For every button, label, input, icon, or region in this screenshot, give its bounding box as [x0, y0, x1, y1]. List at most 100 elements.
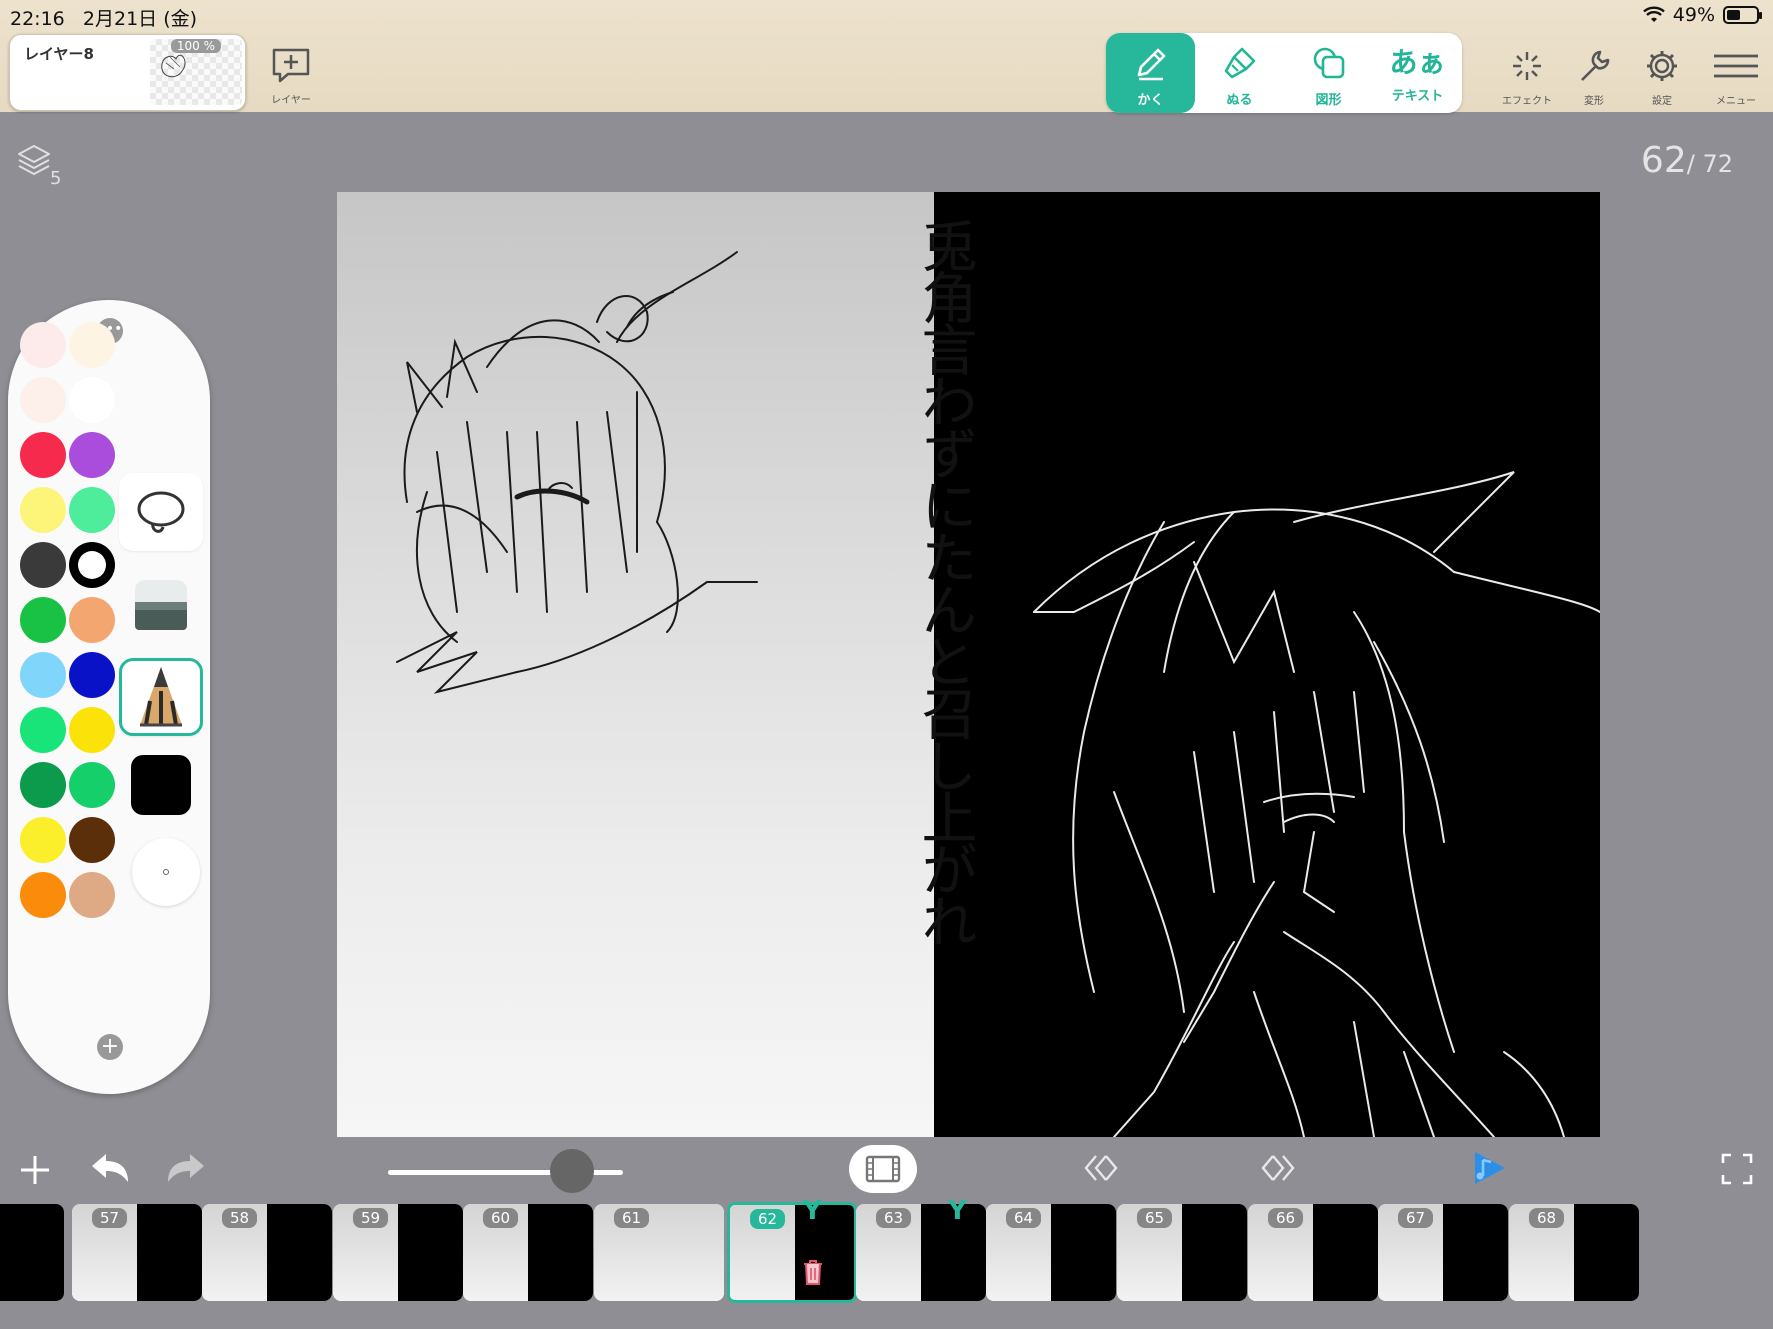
frame-number: 59 — [353, 1208, 389, 1228]
current-frame-number: 62 — [1640, 140, 1687, 181]
eraser-tool-button[interactable] — [119, 566, 203, 644]
color-swatch-0[interactable] — [20, 322, 66, 368]
tool-fill[interactable]: ぬる — [1195, 33, 1284, 113]
layers-stack-button[interactable] — [16, 142, 52, 182]
add-color-button[interactable]: + — [97, 1034, 123, 1060]
frame-thumbnail-edge[interactable] — [0, 1204, 64, 1301]
frame-right-half — [1051, 1204, 1116, 1301]
frame-thumbnail-58[interactable]: 58 — [202, 1204, 332, 1301]
total-frames: / 72 — [1686, 150, 1733, 178]
fullscreen-icon — [1721, 1153, 1753, 1185]
canvas-left-panel — [337, 192, 934, 1137]
fullscreen-button[interactable] — [1720, 1152, 1754, 1190]
color-swatch-13[interactable] — [69, 652, 115, 698]
delete-frame-button[interactable] — [802, 1258, 824, 1290]
tool-text[interactable]: あぁ テキスト — [1373, 33, 1462, 113]
color-swatch-11[interactable] — [69, 597, 115, 643]
color-swatch-21[interactable] — [69, 872, 115, 918]
brush-size-dot — [163, 869, 169, 875]
transform-label: 変形 — [1584, 96, 1604, 107]
color-swatch-14[interactable] — [20, 707, 66, 753]
color-swatch-7[interactable] — [69, 487, 115, 533]
tool-text-label: テキスト — [1391, 89, 1444, 104]
pencil-tool-button[interactable] — [119, 658, 203, 736]
color-swatch-19[interactable] — [69, 817, 115, 863]
menu-label: メニュー — [1716, 96, 1756, 107]
color-swatch-15[interactable] — [69, 707, 115, 753]
frame-thumbnail-64[interactable]: 64 — [986, 1204, 1116, 1301]
layers-count: 5 — [50, 168, 62, 189]
status-date: 2月21日 (金) — [82, 8, 198, 30]
tool-draw[interactable]: かく — [1106, 33, 1195, 113]
redo-button[interactable] — [164, 1148, 208, 1192]
color-swatch-9[interactable] — [69, 542, 115, 588]
undo-button[interactable] — [88, 1148, 132, 1192]
wifi-icon — [1642, 6, 1665, 22]
frame-thumbnail-60[interactable]: 60 — [463, 1204, 593, 1301]
canvas-right-panel — [934, 192, 1600, 1137]
range-start-marker[interactable]: Y — [803, 1196, 822, 1226]
range-end-marker[interactable]: Y — [948, 1196, 967, 1226]
transform-button[interactable]: 変形 — [1564, 46, 1624, 107]
frame-thumbnail-67[interactable]: 67 — [1378, 1204, 1508, 1301]
status-time: 22:16 2月21日 (金) — [10, 4, 197, 31]
color-swatch-1[interactable] — [69, 322, 115, 368]
layer-opacity: 100 % — [170, 39, 221, 53]
menu-button[interactable]: メニュー — [1706, 46, 1766, 107]
tool-shape[interactable]: 図形 — [1284, 33, 1373, 113]
settings-button[interactable]: 設定 — [1632, 46, 1692, 107]
frame-right-half — [1443, 1204, 1508, 1301]
undo-icon — [92, 1154, 128, 1182]
color-swatch-18[interactable] — [20, 817, 66, 863]
color-swatch-16[interactable] — [20, 762, 66, 808]
onion-skin-prev-button[interactable] — [1082, 1148, 1122, 1192]
sketch-right-drawing — [1033, 471, 1600, 1137]
hamburger-menu-icon — [1714, 54, 1758, 78]
status-clock: 22:16 — [10, 8, 65, 30]
color-swatch-5[interactable] — [69, 432, 115, 478]
add-layer-button[interactable]: レイヤー — [264, 46, 318, 107]
filmstrip-toggle-button[interactable] — [849, 1145, 917, 1193]
frame-right-half — [528, 1204, 593, 1301]
layers-icon — [18, 145, 50, 176]
frame-right-half — [267, 1204, 332, 1301]
color-swatch-10[interactable] — [20, 597, 66, 643]
frame-thumbnail-57[interactable]: 57 — [72, 1204, 202, 1301]
battery-percent: 49% — [1672, 4, 1715, 26]
color-swatch-4[interactable] — [20, 432, 66, 478]
frame-thumbnail-62[interactable]: 62 — [727, 1202, 857, 1303]
color-swatch-20[interactable] — [20, 872, 66, 918]
lasso-tool-button[interactable] — [119, 473, 203, 551]
play-with-music-icon — [1475, 1152, 1505, 1184]
frame-thumbnail-59[interactable]: 59 — [333, 1204, 463, 1301]
color-swatch-6[interactable] — [20, 487, 66, 533]
add-frame-button[interactable] — [18, 1148, 52, 1192]
color-swatch-8[interactable] — [20, 542, 66, 588]
frame-thumbnail-61[interactable]: 61 — [594, 1204, 724, 1301]
play-music-button[interactable] — [1469, 1148, 1509, 1192]
color-swatch-3[interactable] — [69, 377, 115, 423]
shapes-icon — [1313, 47, 1344, 79]
frame-number: 65 — [1137, 1208, 1173, 1228]
frame-right-half — [1574, 1204, 1639, 1301]
drawing-canvas[interactable]: 兎角言わずにたんと召し上がれ — [337, 192, 1600, 1137]
current-layer-chip[interactable]: レイヤー8 100 % — [9, 34, 246, 111]
top-bar: 22:16 2月21日 (金) 49% レイヤー8 100 % レイヤー かく … — [0, 0, 1773, 113]
color-swatch-17[interactable] — [69, 762, 115, 808]
plus-icon — [21, 1156, 49, 1184]
effect-label: エフェクト — [1502, 96, 1552, 107]
playback-speed-knob[interactable] — [550, 1149, 594, 1193]
effect-button[interactable]: エフェクト — [1497, 46, 1557, 107]
trash-icon — [804, 1260, 822, 1285]
current-color-swatch[interactable] — [131, 755, 191, 815]
brush-size-button[interactable] — [132, 838, 200, 906]
frame-right-half — [0, 1204, 64, 1301]
frame-thumbnail-65[interactable]: 65 — [1117, 1204, 1247, 1301]
frame-thumbnail-68[interactable]: 68 — [1509, 1204, 1639, 1301]
add-layer-label: レイヤー — [271, 95, 311, 106]
onion-skin-next-button[interactable] — [1257, 1148, 1297, 1192]
color-swatch-12[interactable] — [20, 652, 66, 698]
frame-thumbnail-66[interactable]: 66 — [1248, 1204, 1378, 1301]
color-swatch-2[interactable] — [20, 377, 66, 423]
paint-brush-icon — [1224, 47, 1255, 79]
